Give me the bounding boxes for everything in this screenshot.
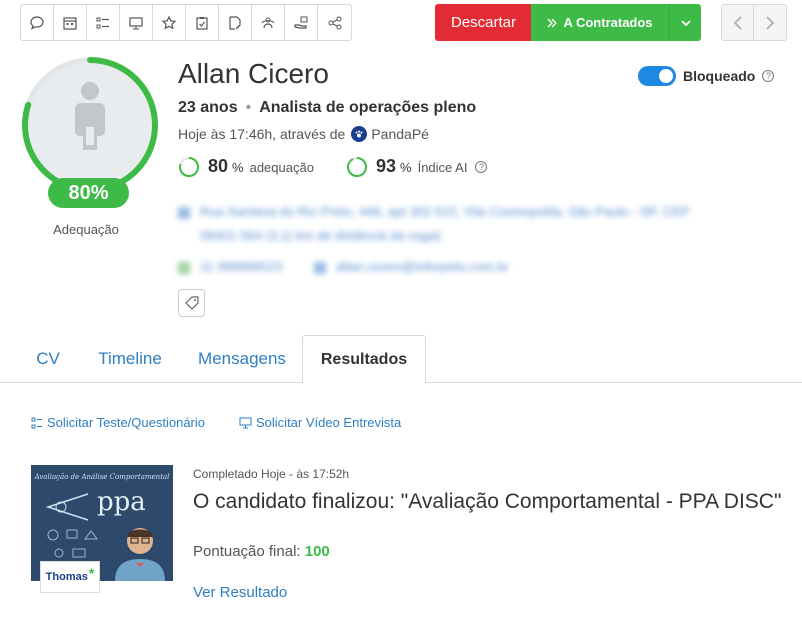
ai-index-value: 93 [376,156,397,176]
completed-timestamp: Completado Hoje - às 17:52h [193,467,350,481]
list-icon [96,17,109,28]
thumbnail-brand: ppa [97,487,146,517]
share-icon [328,16,341,29]
help-icon[interactable]: ? [475,161,488,173]
location-icon [178,206,190,219]
tag-icon [184,296,199,310]
candidate-address-distance: 08401-564 (3,1) km de distância da vaga) [200,228,441,243]
offer-button[interactable] [285,5,318,40]
candidate-avatar [20,55,160,195]
email-icon [314,261,326,274]
adequacy-score-badge: 80% [48,178,129,208]
monitor-icon [129,16,143,29]
hand-money-icon [294,16,308,29]
final-score: Pontuação final: 100 [193,543,330,560]
candidate-email[interactable]: allan.cicero@inforpeto.com.br [314,259,509,274]
adequacy-score-label: Adequação [53,222,119,237]
blocked-label: Bloqueado [683,68,756,84]
evaluate-button[interactable] [186,5,219,40]
candidate-address: Rua Santana do Rio Preto, 446, apt 302 6… [178,204,690,219]
address-line-1: Rua Santana do Rio Preto, 446, apt 302 6… [200,204,690,219]
candidate-name: Allan Cicero [178,58,329,89]
adequacy-metric: 80% adequação [178,156,314,178]
tab-results[interactable]: Resultados [302,335,426,384]
star-icon [161,15,177,29]
final-score-label: Pontuação final: [193,543,301,560]
ai-index-label: Índice AI [417,160,468,175]
application-source: PandaPé [371,126,429,142]
double-chevron-right-icon [547,18,558,27]
list-icon [31,417,42,428]
candidate-phone[interactable]: 11 999999523 [178,259,282,274]
candidate-navigation [721,4,787,41]
doodle-icons [47,529,98,558]
users-icon [261,17,275,28]
request-video-link[interactable]: Solicitar Vídeo Entrevista [239,415,401,430]
calendar-icon [63,16,77,30]
chevron-right-icon [766,15,774,30]
action-toolbar [20,4,352,41]
adequacy-label: adequação [249,160,314,175]
move-to-hired-button[interactable]: A Contratados [531,4,669,41]
add-tag-button[interactable] [178,289,205,317]
thomas-logo: Thomas * [40,561,100,593]
person-illustration [115,528,165,581]
previous-candidate-button[interactable] [722,5,754,40]
adequacy-value: 80 [208,156,229,176]
notes-button[interactable] [219,5,252,40]
whatsapp-icon [178,261,190,274]
schedule-button[interactable] [54,5,87,40]
ai-index-percent-sign: % [400,160,412,175]
applied-time: Hoje às 17:46h, através de [178,126,346,142]
candidate-position: Analista de operações pleno [259,99,477,116]
final-score-value: 100 [304,543,330,560]
share-candidate-button[interactable] [252,5,285,40]
blocked-toggle-row: Bloqueado ? [638,66,775,86]
candidate-tabs: CV Timeline Mensagens Resultados [0,335,802,384]
candidate-summary: 23 anos • Analista de operações pleno [178,99,477,116]
monitor-icon [239,417,252,428]
request-test-link[interactable]: Solicitar Teste/Questionário [31,415,205,430]
next-candidate-button[interactable] [754,5,786,40]
favorite-button[interactable] [153,5,186,40]
chevron-left-icon [733,15,742,30]
clipboard-check-icon [196,16,208,30]
hire-dropdown-button[interactable] [669,4,701,41]
result-title: O candidato finalizou: "Avaliação Compor… [193,490,782,513]
tab-cv[interactable]: CV [24,335,72,383]
blocked-toggle[interactable] [638,66,676,86]
chat-button[interactable] [21,5,54,40]
thumbnail-title: Avaliação de Análise Comportamental [34,473,170,481]
ai-index-metric: 93% Índice AI ? [346,156,488,178]
move-to-hired-label: A Contratados [563,15,653,30]
discard-button[interactable]: Descartar [435,4,532,41]
address-line-2: 08401-564 (3,1) km de distância da vaga) [200,228,441,243]
view-result-link[interactable]: Ver Resultado [193,584,287,601]
triangle-illustration [45,493,89,521]
request-video-label: Solicitar Vídeo Entrevista [256,415,402,430]
candidate-age: 23 anos [178,99,238,116]
tab-messages[interactable]: Mensagens [188,335,296,383]
video-interview-button[interactable] [120,5,153,40]
list-button[interactable] [87,5,120,40]
email-address: allan.cicero@inforpeto.com.br [336,259,509,274]
adequacy-percent-sign: % [232,160,244,175]
pandape-icon [351,126,368,142]
chat-icon [30,15,44,30]
document-edit-icon [229,15,241,30]
share-button[interactable] [318,5,351,40]
help-icon[interactable]: ? [762,70,775,82]
adequacy-ring-icon [179,157,199,177]
ai-index-ring-icon [347,157,367,177]
chevron-down-icon [680,19,691,26]
phone-number: 11 999999523 [200,259,283,274]
request-test-label: Solicitar Teste/Questionário [47,415,206,430]
application-info: Hoje às 17:46h, através de PandaPé [178,126,429,142]
tab-timeline[interactable]: Timeline [82,335,178,383]
thomas-logo-text: Thomas [45,571,88,583]
